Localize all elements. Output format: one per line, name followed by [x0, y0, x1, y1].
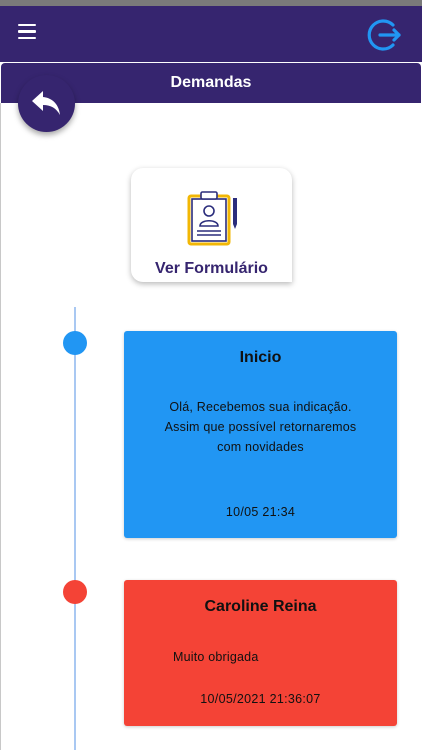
event-timestamp: 10/05 21:34	[225, 505, 296, 519]
logout-icon[interactable]	[366, 16, 404, 54]
app-bar	[0, 6, 422, 62]
event-title: Caroline Reina	[204, 598, 317, 615]
timeline-event-card: Inicio Olá, Recebemos sua indicação. Ass…	[124, 331, 397, 538]
clipboard-person-icon	[187, 191, 237, 246]
divider	[0, 103, 1, 750]
timeline-dot	[63, 580, 87, 604]
timeline-dot	[63, 331, 87, 355]
view-form-label: Ver Formulário	[155, 260, 268, 277]
event-title: Inicio	[239, 349, 282, 366]
back-button[interactable]	[18, 75, 75, 132]
event-message: Muito obrigada	[173, 650, 259, 664]
timeline-line	[74, 307, 76, 750]
reply-arrow-icon	[32, 91, 60, 115]
event-message: Olá, Recebemos sua indicação. Assim que …	[164, 400, 357, 454]
timeline-event-card: Caroline Reina Muito obrigada 10/05/2021…	[124, 580, 397, 726]
menu-icon[interactable]	[18, 24, 40, 42]
event-timestamp: 10/05/2021 21:36:07	[200, 692, 321, 706]
view-form-card[interactable]: Ver Formulário	[131, 168, 292, 282]
